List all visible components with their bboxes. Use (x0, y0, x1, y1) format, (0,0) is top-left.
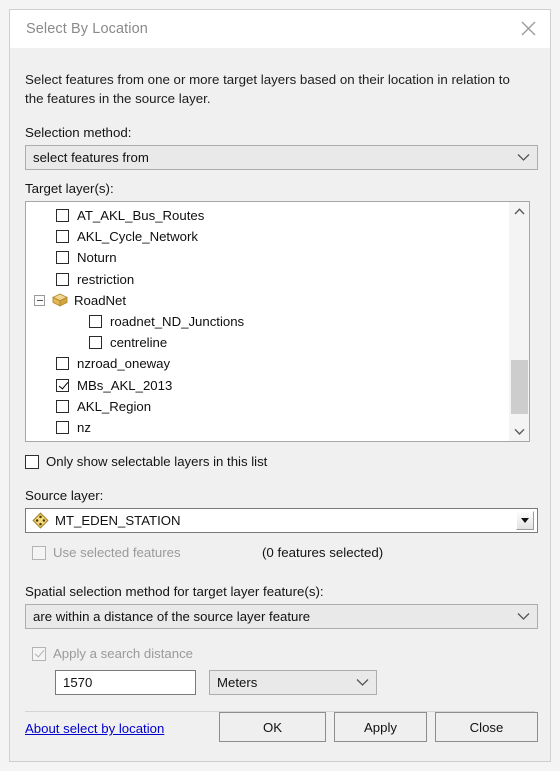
target-layers-label: Target layer(s): (25, 181, 114, 196)
selection-method-value: select features from (33, 150, 149, 165)
layer-checkbox[interactable] (56, 399, 69, 413)
scroll-up-chevron-up-icon[interactable] (509, 202, 529, 221)
layer-name: nz (77, 419, 91, 435)
list-item[interactable]: MBs_AKL_2013 (26, 375, 507, 396)
target-layers-listbox[interactable]: AT_AKL_Bus_Routes AKL_Cycle_Network Noturn… (25, 201, 530, 442)
layer-name: roadnet_ND_Junctions (110, 314, 245, 330)
dialog-description: Select features from one or more target … (25, 72, 510, 106)
layer-name: restriction (77, 271, 135, 287)
layer-name: nzroad_oneway (77, 356, 171, 372)
apply-button[interactable]: Apply (334, 712, 427, 742)
dialog-body: Select features from one or more target … (10, 48, 550, 761)
search-distance-unit-combobox[interactable]: Meters (209, 670, 377, 695)
ok-button[interactable]: OK (219, 712, 326, 742)
layer-name: RoadNet (74, 292, 127, 308)
list-item[interactable]: AT_AKL_Bus_Routes (26, 205, 507, 226)
spatial-method-label: Spatial selection method for target laye… (25, 584, 324, 599)
point-feature-icon (32, 512, 49, 529)
chevron-down-icon (509, 612, 537, 621)
layer-checkbox[interactable] (56, 378, 69, 392)
spatial-method-combobox[interactable]: are within a distance of the source laye… (25, 604, 538, 629)
layer-checkbox[interactable] (56, 357, 69, 371)
chevron-down-icon (348, 678, 376, 687)
use-selected-features-checkbox (32, 545, 46, 560)
close-icon[interactable] (506, 10, 550, 47)
layer-name: AKL_Region (77, 398, 152, 414)
layer-checkbox[interactable] (89, 315, 102, 329)
list-item[interactable]: nzroad_oneway (26, 353, 507, 374)
close-button[interactable]: Close (435, 712, 538, 742)
list-item[interactable]: centreline (26, 332, 507, 353)
apply-search-distance-checkbox (32, 646, 46, 661)
list-item[interactable]: restriction (26, 269, 507, 290)
list-item[interactable]: roadnet_ND_Junctions (26, 311, 507, 332)
only-selectable-checkbox[interactable] (25, 454, 39, 469)
only-selectable-checkbox-row[interactable]: Only show selectable layers in this list (25, 454, 267, 469)
feature-dataset-icon (51, 293, 69, 307)
search-distance-input[interactable]: 1570 (55, 670, 196, 695)
layer-checkbox[interactable] (56, 272, 69, 286)
layer-name: AT_AKL_Bus_Routes (77, 208, 205, 224)
apply-search-distance-label: Apply a search distance (53, 646, 194, 661)
collapse-minus-icon[interactable] (34, 294, 45, 306)
selection-method-combobox[interactable]: select features from (25, 145, 538, 170)
dialog-title: Select By Location (26, 21, 148, 37)
layer-name: Noturn (77, 250, 117, 266)
list-item[interactable]: RoadNet (26, 290, 507, 311)
layer-name: MBs_AKL_2013 (77, 377, 173, 393)
screen: Select By Location Select features from … (0, 0, 560, 771)
only-selectable-label: Only show selectable layers in this list (46, 454, 268, 469)
list-item[interactable]: Noturn (26, 247, 507, 268)
scrollbar-thumb[interactable] (511, 360, 528, 414)
list-item[interactable]: AKL_Region (26, 396, 507, 417)
apply-search-distance-row: Apply a search distance (32, 646, 193, 661)
source-layer-combobox[interactable]: MT_EDEN_STATION (25, 508, 538, 533)
features-selected-count: (0 features selected) (262, 545, 384, 560)
source-layer-dropdown-arrow-icon[interactable] (516, 511, 534, 530)
layer-name: centreline (110, 335, 168, 351)
selection-method-label: Selection method: (25, 125, 132, 140)
target-layers-list: AT_AKL_Bus_Routes AKL_Cycle_Network Noturn… (26, 205, 507, 441)
target-layers-scrollbar[interactable] (508, 202, 529, 441)
layer-checkbox[interactable] (56, 230, 69, 244)
source-layer-label: Source layer: (25, 488, 104, 503)
layer-checkbox[interactable] (56, 420, 69, 434)
source-layer-value: MT_EDEN_STATION (55, 513, 181, 528)
use-selected-features-row: Use selected features (32, 545, 181, 560)
dialog-titlebar: Select By Location (10, 10, 550, 49)
layer-checkbox[interactable] (56, 251, 69, 265)
select-by-location-dialog: Select By Location Select features from … (9, 9, 551, 762)
layer-name: AKL_Cycle_Network (77, 229, 198, 245)
layer-checkbox[interactable] (56, 209, 69, 223)
use-selected-features-label: Use selected features (53, 545, 181, 560)
scroll-down-chevron-down-icon[interactable] (509, 422, 529, 441)
spatial-method-value: are within a distance of the source laye… (33, 609, 311, 624)
chevron-down-icon (509, 153, 537, 162)
search-distance-unit-value: Meters (217, 675, 258, 690)
list-item[interactable]: nz (26, 417, 507, 438)
list-item[interactable]: AKL_Cycle_Network (26, 226, 507, 247)
layer-checkbox[interactable] (89, 336, 102, 350)
about-select-by-location-link[interactable]: About select by location (25, 721, 164, 736)
